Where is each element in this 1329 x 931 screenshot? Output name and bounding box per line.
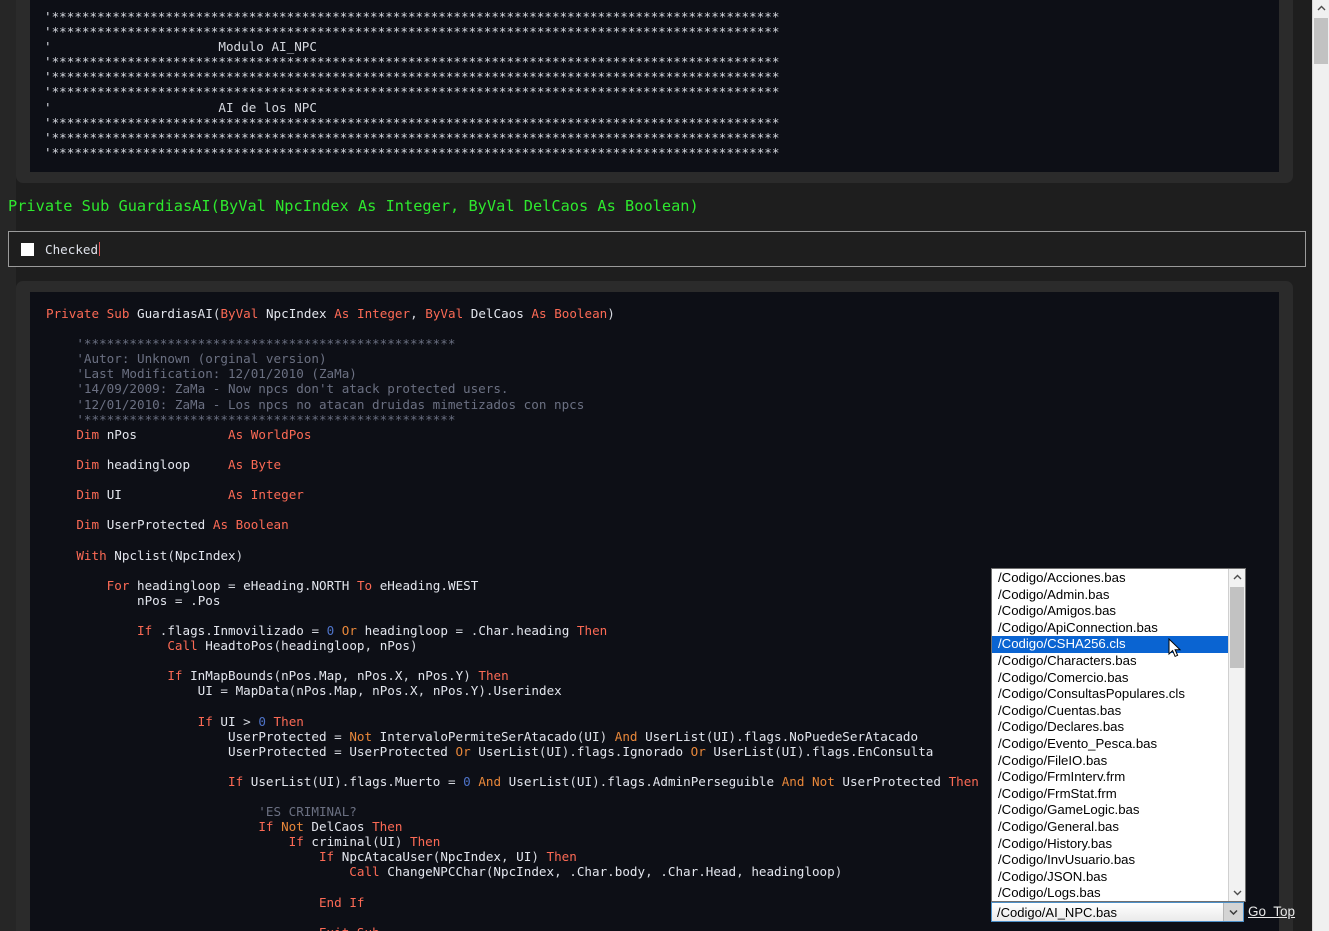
page-scroll-up-icon[interactable] xyxy=(1313,0,1329,17)
page-root: '***************************************… xyxy=(0,0,1329,931)
file-list-item[interactable]: /Codigo/General.bas xyxy=(992,819,1229,836)
file-list-item[interactable]: /Codigo/ConsultasPopulares.cls xyxy=(992,686,1229,703)
file-list-item[interactable]: /Codigo/FrmInterv.frm xyxy=(992,769,1229,786)
scroll-down-icon[interactable] xyxy=(1229,884,1245,901)
file-listbox-scrollbar[interactable] xyxy=(1228,569,1245,901)
header-comment-code-block: '***************************************… xyxy=(16,0,1293,183)
file-list-item[interactable]: /Codigo/Amigos.bas xyxy=(992,603,1229,620)
checked-label: Checked xyxy=(45,241,101,257)
page-scroll-thumb[interactable] xyxy=(1314,18,1328,64)
file-list-item[interactable]: /Codigo/Comercio.bas xyxy=(992,670,1229,687)
file-select-value: /Codigo/AI_NPC.bas xyxy=(997,904,1117,920)
file-list-item[interactable]: /Codigo/FileIO.bas xyxy=(992,753,1229,770)
header-comment-code-text: '***************************************… xyxy=(44,9,780,160)
chevron-up-icon xyxy=(1233,574,1241,580)
file-list-item[interactable]: /Codigo/CSHA256.cls xyxy=(992,636,1229,653)
scroll-up-icon[interactable] xyxy=(1229,569,1245,586)
go-top-link[interactable]: Go Top xyxy=(1248,904,1295,919)
file-list-item[interactable]: /Codigo/Evento_Pesca.bas xyxy=(992,736,1229,753)
page-scrollbar[interactable] xyxy=(1312,0,1329,931)
file-list-item[interactable]: /Codigo/Admin.bas xyxy=(992,587,1229,604)
file-list-item[interactable]: /Codigo/JSON.bas xyxy=(992,869,1229,886)
chevron-down-glyph xyxy=(1229,909,1238,915)
file-list-item[interactable]: /Codigo/GameLogic.bas xyxy=(992,802,1229,819)
file-list-item[interactable]: /Codigo/InvUsuario.bas xyxy=(992,852,1229,869)
file-list-item[interactable]: /Codigo/Characters.bas xyxy=(992,653,1229,670)
function-signature-heading: Private Sub GuardiasAI(ByVal NpcIndex As… xyxy=(8,197,699,215)
checked-panel[interactable]: Checked xyxy=(8,231,1306,267)
file-list-item[interactable]: /Codigo/Cuentas.bas xyxy=(992,703,1229,720)
file-list-item[interactable]: /Codigo/History.bas xyxy=(992,836,1229,853)
file-listbox-items[interactable]: /Codigo/Acciones.bas/Codigo/Admin.bas/Co… xyxy=(992,569,1229,901)
file-list-item[interactable]: /Codigo/Declares.bas xyxy=(992,719,1229,736)
file-list-item[interactable]: /Codigo/Acciones.bas xyxy=(992,570,1229,587)
select-chevron-down-icon[interactable] xyxy=(1223,903,1243,921)
file-list-item[interactable]: /Codigo/FrmStat.frm xyxy=(992,786,1229,803)
file-listbox-scroll-thumb[interactable] xyxy=(1230,587,1244,668)
file-list-item[interactable]: /Codigo/Logs.bas xyxy=(992,885,1229,901)
file-listbox[interactable]: /Codigo/Acciones.bas/Codigo/Admin.bas/Co… xyxy=(991,568,1246,902)
file-list-item[interactable]: /Codigo/ApiConnection.bas xyxy=(992,620,1229,637)
chevron-down-icon xyxy=(1233,890,1241,896)
file-select-dropdown[interactable]: /Codigo/AI_NPC.bas xyxy=(991,902,1244,922)
checked-checkbox[interactable] xyxy=(21,242,34,256)
left-gutter-strip xyxy=(0,0,16,931)
chevron-up-icon xyxy=(1317,5,1325,11)
header-comment-code-surface: '***************************************… xyxy=(30,0,1279,172)
